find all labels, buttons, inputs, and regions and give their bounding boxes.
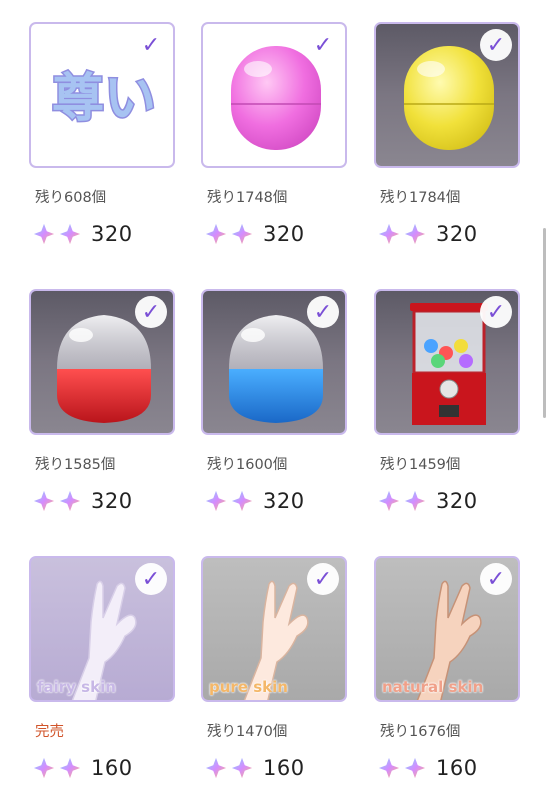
gem-icon (231, 223, 253, 245)
item-thumbnail[interactable]: ✓ fairy skin (29, 556, 175, 702)
price-value: 160 (263, 756, 305, 780)
price-value: 160 (436, 756, 478, 780)
price-value: 160 (91, 756, 133, 780)
price-row: 160 (205, 754, 305, 782)
price-value: 320 (436, 222, 478, 246)
gem-icon (378, 757, 400, 779)
price-value: 320 (263, 222, 305, 246)
remaining-count: 残り1676個 (380, 724, 461, 740)
price-row: 160 (378, 754, 478, 782)
gem-icon (33, 757, 55, 779)
remaining-count: 残り1470個 (207, 724, 288, 740)
gem-icon (205, 490, 227, 512)
scrollbar[interactable] (543, 228, 546, 418)
remaining-count: 残り1784個 (380, 190, 461, 206)
skin-label: natural skin (382, 678, 484, 696)
check-icon[interactable]: ✓ (135, 29, 167, 61)
remaining-count: 残り608個 (35, 190, 107, 206)
skin-label: pure skin (209, 678, 288, 696)
check-icon[interactable]: ✓ (135, 296, 167, 328)
check-icon[interactable]: ✓ (135, 563, 167, 595)
item-thumbnail[interactable]: ✓ (201, 289, 347, 435)
check-icon[interactable]: ✓ (307, 29, 339, 61)
item-thumbnail[interactable]: ✓ (29, 289, 175, 435)
item-thumbnail[interactable]: ✓ (374, 22, 520, 168)
item-thumbnail[interactable]: ✓ (374, 289, 520, 435)
toutoi-text: 尊い (52, 69, 156, 129)
gem-icon (378, 490, 400, 512)
gem-icon (404, 757, 426, 779)
remaining-count: 残り1459個 (380, 457, 461, 473)
gem-icon (404, 223, 426, 245)
check-icon[interactable]: ✓ (307, 563, 339, 595)
skin-label: fairy skin (37, 678, 116, 696)
remaining-count: 残り1585個 (35, 457, 116, 473)
gem-icon (205, 757, 227, 779)
item-thumbnail[interactable]: ✓ natural skin (374, 556, 520, 702)
price-row: 160 (33, 754, 133, 782)
item-thumbnail[interactable]: ✓ 尊い (29, 22, 175, 168)
gem-icon (404, 490, 426, 512)
price-value: 320 (91, 489, 133, 513)
price-value: 320 (263, 489, 305, 513)
gem-icon (33, 223, 55, 245)
gem-icon (33, 490, 55, 512)
item-thumbnail[interactable]: ✓ (201, 22, 347, 168)
price-row: 320 (205, 220, 305, 248)
price-value: 320 (436, 489, 478, 513)
gem-icon (59, 490, 81, 512)
price-row: 320 (33, 487, 133, 515)
price-row: 320 (205, 487, 305, 515)
check-icon[interactable]: ✓ (480, 29, 512, 61)
price-row: 320 (378, 220, 478, 248)
gem-icon (231, 490, 253, 512)
check-icon[interactable]: ✓ (307, 296, 339, 328)
gem-icon (205, 223, 227, 245)
sold-out-label: 完売 (35, 724, 64, 740)
remaining-count: 残り1600個 (207, 457, 288, 473)
gem-icon (59, 757, 81, 779)
remaining-count: 残り1748個 (207, 190, 288, 206)
gem-icon (59, 223, 81, 245)
price-row: 320 (378, 487, 478, 515)
gem-icon (231, 757, 253, 779)
item-thumbnail[interactable]: ✓ pure skin (201, 556, 347, 702)
check-icon[interactable]: ✓ (480, 296, 512, 328)
check-icon[interactable]: ✓ (480, 563, 512, 595)
price-row: 320 (33, 220, 133, 248)
price-value: 320 (91, 222, 133, 246)
gacha-grid: ✓ 尊い 残り608個 320 ✓ 残り1748個 320 ✓ 残り1784個 … (0, 0, 547, 800)
gem-icon (378, 223, 400, 245)
